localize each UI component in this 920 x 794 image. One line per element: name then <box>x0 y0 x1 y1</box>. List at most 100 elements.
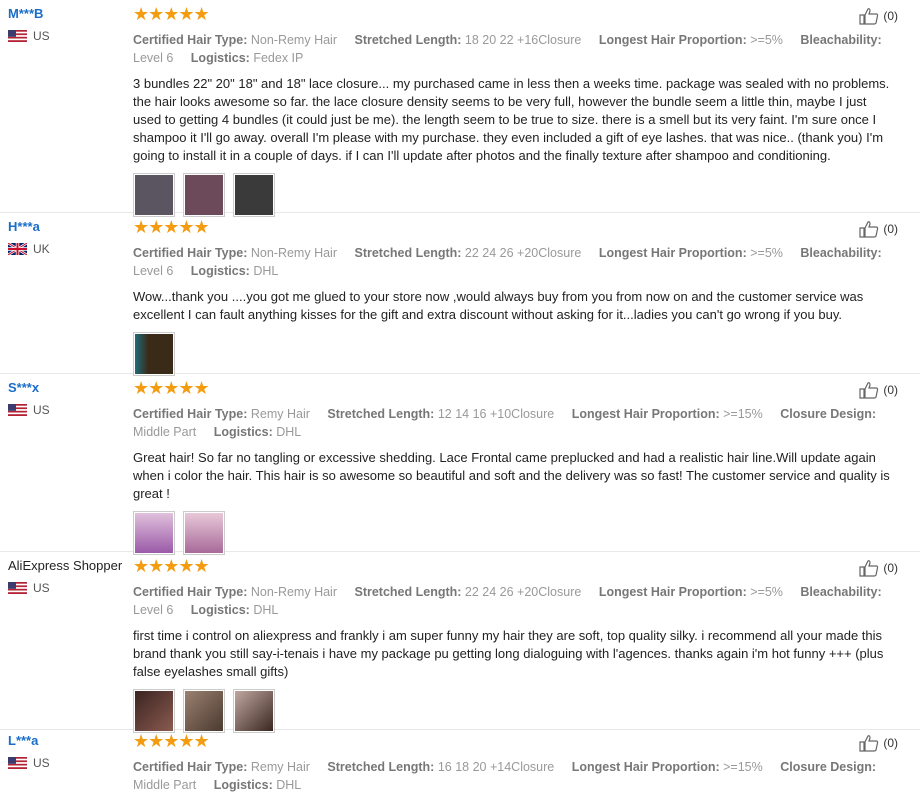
helpful-count: (0) <box>883 383 898 397</box>
helpful-button[interactable]: (0) <box>859 381 898 399</box>
reviewer-info: L***a US <box>8 733 133 770</box>
photo-image <box>135 691 173 731</box>
review-attributes: Certified Hair Type: Non-Remy Hair Stret… <box>133 244 898 280</box>
attr-label: Longest Hair Proportion: <box>598 246 747 260</box>
photo-image <box>135 513 173 553</box>
attr-label: Longest Hair Proportion: <box>571 760 720 774</box>
review-item: M***B US ★★★★★ Certified Hair Type: Non-… <box>0 0 920 217</box>
attr-label: Longest Hair Proportion: <box>598 585 747 599</box>
attr-label: Certified Hair Type: <box>133 246 248 260</box>
review-content: ★★★★★ Certified Hair Type: Remy Hair Str… <box>133 379 898 555</box>
review-text: Wow...thank you ....you got me glued to … <box>133 289 864 322</box>
attr-value: >=15% <box>723 760 763 774</box>
attr-label: Stretched Length: <box>327 407 435 421</box>
reviewer-name[interactable]: H***a <box>8 219 133 235</box>
star-rating: ★★★★★ <box>133 556 210 576</box>
us-flag-icon <box>8 30 27 42</box>
photo-image <box>185 513 223 553</box>
reviewer-info: M***B US <box>8 6 133 43</box>
attr-value: Fedex IP <box>253 51 304 65</box>
helpful-count: (0) <box>883 736 898 750</box>
review-text: Great hair! So far no tangling or excess… <box>133 450 890 501</box>
us-flag-icon <box>8 757 27 769</box>
review-photo-thumbnail[interactable] <box>133 173 175 217</box>
attr-label: Certified Hair Type: <box>133 585 248 599</box>
helpful-count: (0) <box>883 561 898 575</box>
thumbs-up-icon <box>859 8 879 25</box>
attr-value: 18 20 22 +16Closure <box>464 33 582 47</box>
review-photo-thumbnail[interactable] <box>233 173 275 217</box>
attr-label: Logistics: <box>213 425 273 439</box>
thumbs-up-icon <box>859 382 879 399</box>
review-attributes: Certified Hair Type: Non-Remy Hair Stret… <box>133 583 898 619</box>
attr-label: Stretched Length: <box>354 585 462 599</box>
reviewer-country: US <box>8 756 133 770</box>
attr-label: Closure Design: <box>780 760 877 774</box>
review-content: ★★★★★ Certified Hair Type: Remy Hair Str… <box>133 732 898 794</box>
attr-value: >=5% <box>750 585 783 599</box>
helpful-button[interactable]: (0) <box>859 7 898 25</box>
attr-label: Certified Hair Type: <box>133 407 248 421</box>
attr-value: DHL <box>253 603 279 617</box>
attr-value: Remy Hair <box>250 407 310 421</box>
review-text: first time i control on aliexpress and f… <box>133 628 884 679</box>
attr-label: Logistics: <box>190 51 250 65</box>
review-content: ★★★★★ Certified Hair Type: Non-Remy Hair… <box>133 218 898 376</box>
reviewer-country: US <box>8 29 133 43</box>
review-photo-thumbnail[interactable] <box>183 511 225 555</box>
review-photo-thumbnail[interactable] <box>133 332 175 376</box>
attr-value: Level 6 <box>133 264 174 278</box>
attr-value: DHL <box>276 778 302 792</box>
country-label: US <box>33 756 50 770</box>
photo-image <box>135 175 173 215</box>
photo-image <box>135 334 173 374</box>
attr-value: >=5% <box>750 246 783 260</box>
attr-label: Logistics: <box>190 603 250 617</box>
attr-label: Longest Hair Proportion: <box>598 33 747 47</box>
reviewer-country: US <box>8 403 133 417</box>
review-photo-thumbnail[interactable] <box>183 173 225 217</box>
helpful-count: (0) <box>883 222 898 236</box>
country-label: US <box>33 403 50 417</box>
star-rating: ★★★★★ <box>133 217 210 237</box>
helpful-button[interactable]: (0) <box>859 734 898 752</box>
attr-value: >=5% <box>750 33 783 47</box>
photo-image <box>185 691 223 731</box>
helpful-button[interactable]: (0) <box>859 220 898 238</box>
attr-value: DHL <box>276 425 302 439</box>
attr-label: Closure Design: <box>780 407 877 421</box>
star-rating: ★★★★★ <box>133 4 210 24</box>
review-item: AliExpress Shopper US ★★★★★ Certified Ha… <box>0 552 920 733</box>
attr-value: Level 6 <box>133 603 174 617</box>
attr-label: Certified Hair Type: <box>133 760 248 774</box>
photo-image <box>185 175 223 215</box>
reviewer-name: AliExpress Shopper <box>8 558 123 573</box>
review-item: L***a US ★★★★★ Certified Hair Type: Remy… <box>0 727 920 794</box>
attr-label: Logistics: <box>190 264 250 278</box>
attr-value: 22 24 26 +20Closure <box>464 246 582 260</box>
photo-image <box>235 175 273 215</box>
thumbs-up-icon <box>859 221 879 238</box>
review-photo-thumbnail[interactable] <box>133 511 175 555</box>
attr-value: Middle Part <box>133 425 197 439</box>
review-photos <box>133 511 898 555</box>
review-photos <box>133 332 898 376</box>
helpful-button[interactable]: (0) <box>859 559 898 577</box>
review-text: 3 bundles 22" 20" 18" and 18" lace closu… <box>133 76 890 163</box>
reviewer-country: US <box>8 581 133 595</box>
thumbs-up-icon <box>859 735 879 752</box>
review-photos <box>133 173 898 217</box>
reviewer-name[interactable]: M***B <box>8 6 133 22</box>
reviewer-name[interactable]: S***x <box>8 380 133 396</box>
reviewer-name[interactable]: L***a <box>8 733 133 749</box>
reviewer-info: S***x US <box>8 380 133 417</box>
star-rating: ★★★★★ <box>133 378 210 398</box>
attr-value: >=15% <box>723 407 763 421</box>
country-label: US <box>33 29 50 43</box>
attr-label: Stretched Length: <box>327 760 435 774</box>
us-flag-icon <box>8 582 27 594</box>
attr-label: Bleachability: <box>800 585 882 599</box>
star-rating: ★★★★★ <box>133 731 210 751</box>
review-item: S***x US ★★★★★ Certified Hair Type: Remy… <box>0 374 920 555</box>
country-label: UK <box>33 242 50 256</box>
